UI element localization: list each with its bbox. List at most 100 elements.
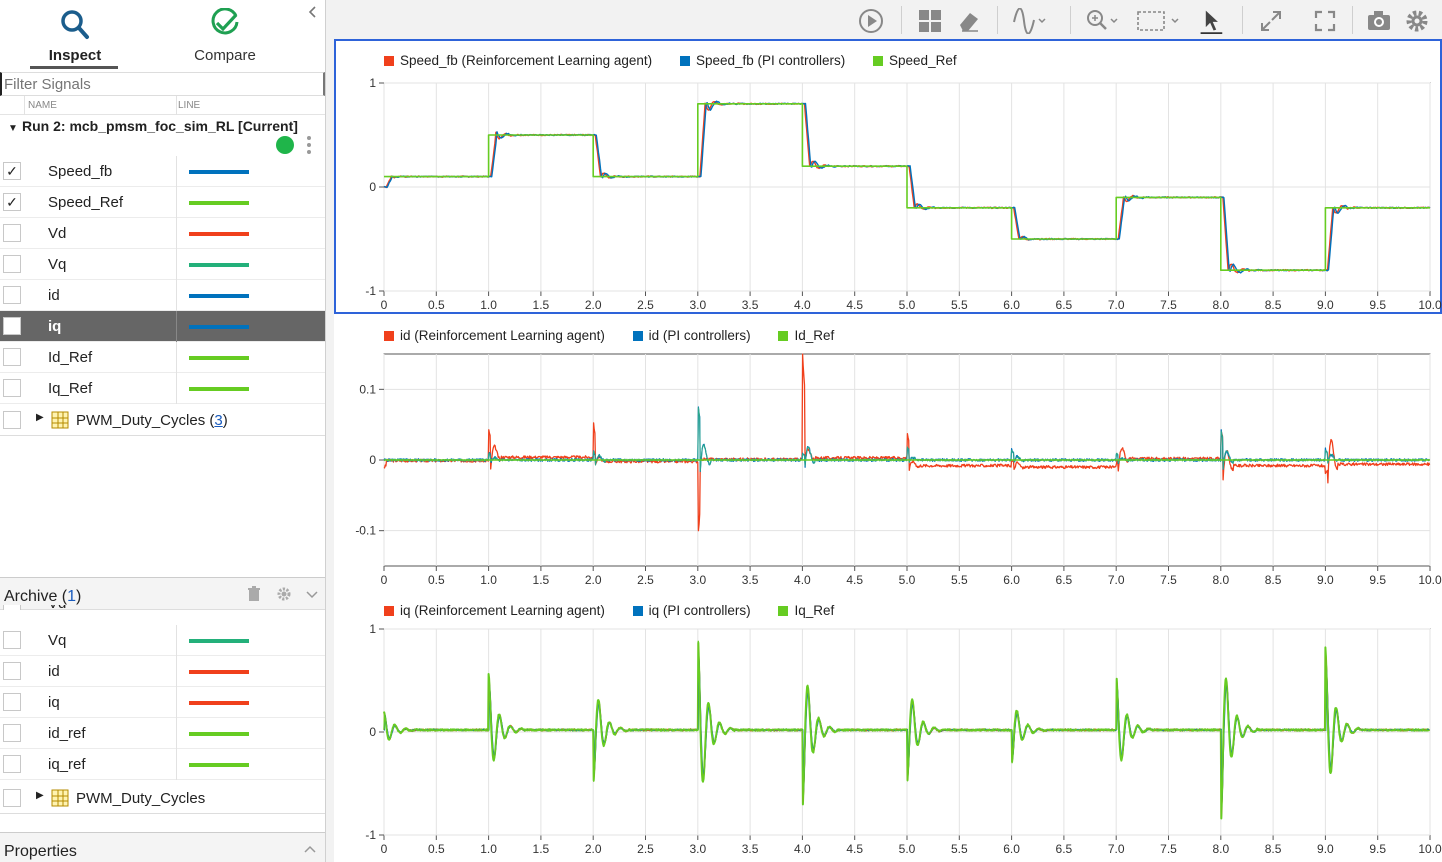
signal-name: Id_Ref <box>48 349 93 366</box>
column-separator <box>176 280 177 311</box>
chevron-down-icon[interactable] <box>304 586 320 602</box>
signal-name: Vd <box>48 605 66 610</box>
signal-checkbox[interactable] <box>3 662 21 680</box>
filter-signals-input[interactable] <box>0 72 325 96</box>
signal-line-swatch[interactable] <box>189 732 249 736</box>
tab-inspect[interactable]: Inspect <box>0 0 150 70</box>
expand-triangle-icon[interactable]: ▶ <box>36 790 44 801</box>
signal-checkbox[interactable] <box>3 224 21 242</box>
signal-name: id_ref <box>48 725 86 742</box>
speed-plot[interactable]: Speed_fb (Reinforcement Learning agent) … <box>334 39 1442 314</box>
x-tick-label: 6.0 <box>1003 842 1020 856</box>
signal-row[interactable]: Id_Ref <box>0 342 325 373</box>
cursor-icon[interactable] <box>1196 8 1226 34</box>
expand-icon[interactable] <box>1258 8 1284 34</box>
x-tick-label: 2.5 <box>637 298 654 312</box>
signal-row[interactable]: Vd <box>0 218 325 249</box>
archive-signal-row[interactable]: id <box>0 656 325 687</box>
column-name-header[interactable]: NAME <box>28 100 57 111</box>
fullscreen-icon[interactable] <box>1312 8 1338 34</box>
signal-checkbox[interactable] <box>3 286 21 304</box>
x-tick-label: 9.5 <box>1369 573 1386 587</box>
column-line-header[interactable]: LINE <box>178 100 200 111</box>
layout-grid-icon[interactable] <box>917 8 943 34</box>
signal-line-swatch[interactable] <box>189 763 249 767</box>
signal-checkbox[interactable] <box>3 724 21 742</box>
signal-line-swatch[interactable] <box>189 263 249 267</box>
archive-signal-row[interactable]: Vq <box>0 625 325 656</box>
id-plot-axes[interactable]: 0 0.5 1.0 1.5 2.0 2.5 3.0 3.5 4.0 4.5 5.0 5.5 6.0 6.5… <box>334 314 1442 589</box>
signal-row[interactable]: ✓ Speed_Ref <box>0 187 325 218</box>
expand-triangle-icon[interactable]: ▶ <box>36 412 44 423</box>
signal-wave-icon[interactable] <box>1012 8 1048 34</box>
group-count-link[interactable]: 3 <box>214 412 222 429</box>
signal-checkbox[interactable] <box>3 693 21 711</box>
run-header[interactable]: ▼ Run 2: mcb_pmsm_foc_sim_RL [Current] <box>0 115 325 157</box>
iq-current-plot[interactable]: iq (Reinforcement Learning agent) iq (PI… <box>334 589 1442 862</box>
x-tick-label: 10.0 <box>1418 573 1442 587</box>
x-tick-label: 4.0 <box>794 842 811 856</box>
gear-icon[interactable] <box>276 586 292 602</box>
signal-name: Vd <box>48 225 67 242</box>
signal-row[interactable]: id <box>0 280 325 311</box>
signal-line-swatch[interactable] <box>189 325 249 329</box>
signal-checkbox[interactable]: ✓ <box>3 193 21 211</box>
eraser-icon[interactable] <box>956 8 982 34</box>
archive-signal-row[interactable]: iq_ref <box>0 749 325 780</box>
x-tick-label: 4.5 <box>846 842 863 856</box>
archive-group-row[interactable]: ▶ PWM_Duty_Cycles <box>0 782 325 814</box>
signal-line-swatch[interactable] <box>189 170 249 174</box>
signal-checkbox[interactable] <box>3 317 21 335</box>
signal-checkbox[interactable] <box>3 789 21 807</box>
zoom-icon[interactable] <box>1084 8 1120 34</box>
archive-signal-row[interactable]: iq <box>0 687 325 718</box>
x-tick-label: 7.0 <box>1108 842 1125 856</box>
iq-plot-axes[interactable]: 0 0.5 1.0 1.5 2.0 2.5 3.0 3.5 4.0 4.5 5.0 5.5 6.0 6.5… <box>334 589 1442 862</box>
signal-row[interactable]: Vq <box>0 249 325 280</box>
signal-line-swatch[interactable] <box>189 294 249 298</box>
signal-row[interactable]: Iq_Ref <box>0 373 325 404</box>
signal-checkbox[interactable]: ✓ <box>3 162 21 180</box>
tab-compare[interactable]: Compare <box>150 0 300 70</box>
id-current-plot[interactable]: id (Reinforcement Learning agent) id (PI… <box>334 314 1442 589</box>
properties-header[interactable]: Properties <box>0 832 325 862</box>
x-tick-label: 5.0 <box>899 298 916 312</box>
signal-line-swatch[interactable] <box>189 670 249 674</box>
kebab-menu-icon[interactable] <box>304 135 314 155</box>
signal-line-swatch[interactable] <box>189 701 249 705</box>
fit-to-view-icon[interactable] <box>1136 8 1180 34</box>
chevron-up-icon[interactable] <box>304 844 316 854</box>
signal-line-swatch[interactable] <box>189 356 249 360</box>
table-grid-icon <box>51 411 69 429</box>
signal-row[interactable]: ✓ Speed_fb <box>0 156 325 187</box>
column-separator <box>176 625 177 656</box>
signal-line-swatch[interactable] <box>189 232 249 236</box>
signal-checkbox[interactable] <box>3 411 21 429</box>
signal-row[interactable]: iq <box>0 311 325 342</box>
archive-signal-row[interactable]: id_ref <box>0 718 325 749</box>
x-tick-label: 0.5 <box>428 573 445 587</box>
signal-line-swatch[interactable] <box>189 387 249 391</box>
signal-checkbox[interactable] <box>3 255 21 273</box>
toolbar-separator <box>997 6 998 34</box>
expand-triangle-icon[interactable]: ▼ <box>8 123 18 134</box>
speed-plot-axes[interactable]: 0 0.5 1.0 1.5 2.0 2.5 3.0 3.5 4.0 4.5 5.0 5.5 6.0 6.5… <box>334 39 1442 314</box>
settings-gear-icon[interactable] <box>1404 8 1430 34</box>
signal-line-swatch[interactable] <box>189 639 249 643</box>
x-tick-label: 5.0 <box>899 573 916 587</box>
signal-checkbox[interactable] <box>3 631 21 649</box>
signal-checkbox[interactable] <box>3 379 21 397</box>
camera-icon[interactable] <box>1366 8 1392 34</box>
signal-checkbox[interactable] <box>3 348 21 366</box>
signal-group-row[interactable]: ▶ PWM_Duty_Cycles (3) <box>0 404 325 436</box>
collapse-panel-icon[interactable] <box>305 4 321 20</box>
x-tick-label: 3.0 <box>689 842 706 856</box>
x-tick-label: 6.5 <box>1056 298 1073 312</box>
trash-icon[interactable] <box>246 586 262 602</box>
signal-checkbox[interactable] <box>3 755 21 773</box>
x-tick-label: 1.0 <box>480 298 497 312</box>
current-run-indicator-icon <box>276 136 294 154</box>
play-icon[interactable] <box>858 8 884 34</box>
x-tick-label: 1.5 <box>533 842 550 856</box>
signal-line-swatch[interactable] <box>189 201 249 205</box>
